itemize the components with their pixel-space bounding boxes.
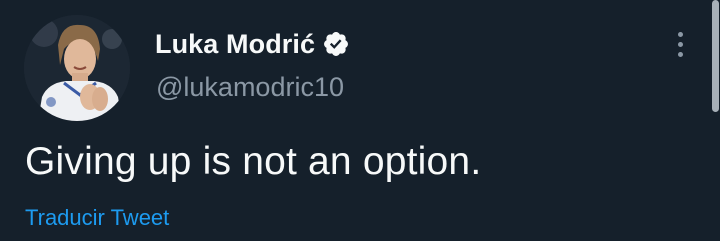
display-name-row[interactable]: Luka Modrić: [155, 26, 350, 62]
translate-tweet-link[interactable]: Traducir Tweet: [25, 205, 169, 231]
more-options-button[interactable]: [664, 26, 696, 62]
tweet-text: Giving up is not an option.: [25, 140, 482, 183]
scrollbar[interactable]: [710, 0, 720, 241]
more-options-icon: [677, 41, 683, 47]
tweet-card: Luka Modrić @lukamodric10 Giving up is n…: [0, 0, 720, 241]
handle[interactable]: @lukamodric10: [156, 72, 344, 103]
scrollbar-thumb[interactable]: [712, 0, 719, 112]
avatar[interactable]: [24, 15, 130, 121]
more-options-icon: [677, 31, 683, 37]
verified-badge-icon: [324, 32, 349, 56]
avatar-image: [24, 15, 130, 121]
display-name[interactable]: Luka Modrić: [155, 29, 315, 60]
more-options-icon: [677, 51, 683, 57]
